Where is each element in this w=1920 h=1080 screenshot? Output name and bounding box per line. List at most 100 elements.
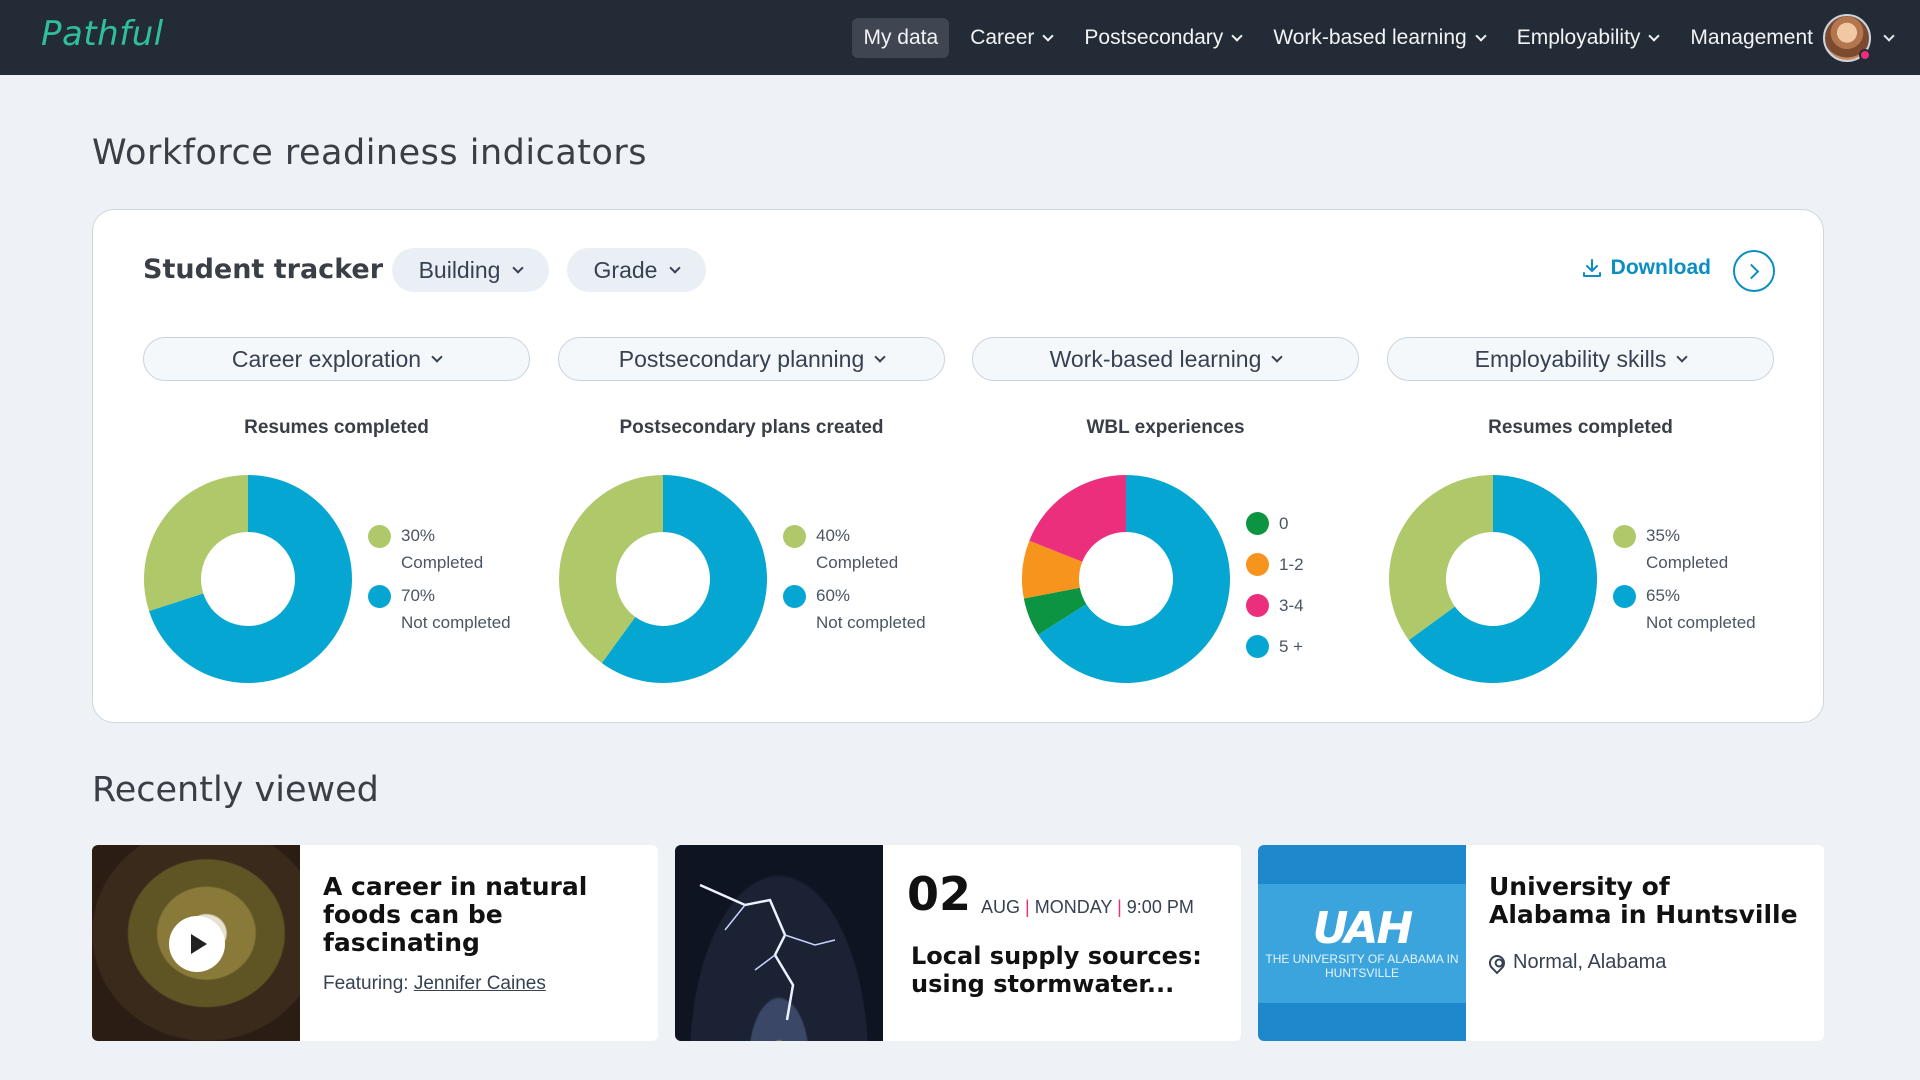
download-button[interactable]: Download xyxy=(1581,256,1711,280)
legend-swatch xyxy=(783,524,806,548)
student-tracker-card: Student tracker Building Grade Download … xyxy=(92,209,1824,723)
nav-work-based-learning[interactable]: Work-based learning xyxy=(1262,18,1495,58)
page-title: Workforce readiness indicators xyxy=(92,133,648,173)
category-work-based-learning[interactable]: Work-based learning xyxy=(972,337,1359,381)
chevron-down-icon xyxy=(1475,29,1487,42)
featuring: Featuring: Jennifer Caines xyxy=(323,973,546,995)
tracker-title: Student tracker xyxy=(143,254,384,285)
postsecondary-donut-chart xyxy=(559,475,767,683)
chevron-down-icon[interactable] xyxy=(1883,30,1895,42)
legend-item: 65% xyxy=(1613,582,1756,610)
chevron-down-icon xyxy=(669,262,682,274)
avatar[interactable] xyxy=(1823,14,1871,62)
notification-dot xyxy=(1859,49,1871,61)
main-nav: My data Career Postsecondary Work-based … xyxy=(852,0,1824,75)
chart-title: Resumes completed xyxy=(1488,417,1673,438)
legend-value: 30% xyxy=(401,526,436,545)
download-icon xyxy=(1582,259,1601,277)
legend-value: 40% xyxy=(816,526,851,545)
legend-swatch xyxy=(368,584,391,608)
category-label: Postsecondary planning xyxy=(618,345,865,372)
category-postsecondary-planning[interactable]: Postsecondary planning xyxy=(558,337,945,381)
chevron-down-icon xyxy=(512,262,525,274)
nav-postsecondary[interactable]: Postsecondary xyxy=(1073,18,1252,58)
resumes-donut-chart xyxy=(144,475,352,683)
legend-swatch xyxy=(368,524,391,548)
uah-logo: UAH THE UNIVERSITY OF ALABAMA IN HUNTSVI… xyxy=(1258,883,1466,1003)
uah-logo-text: UAH xyxy=(1312,903,1414,954)
chevron-down-icon xyxy=(874,351,886,363)
legend-swatch xyxy=(1246,594,1269,617)
donut-slice-completed xyxy=(144,475,248,612)
location-text: Normal, Alabama xyxy=(1513,951,1667,973)
legend-swatch xyxy=(783,584,806,608)
user-menu[interactable] xyxy=(1823,14,1895,62)
next-arrow-button[interactable] xyxy=(1733,250,1775,292)
legend-swatch xyxy=(1246,512,1269,535)
pathful-logo[interactable]: Pathful xyxy=(41,14,164,54)
legend-swatch xyxy=(1613,584,1636,608)
chevron-down-icon xyxy=(431,351,443,363)
category-career-exploration[interactable]: Career exploration xyxy=(143,337,530,381)
legend-value: 60% xyxy=(816,586,851,605)
wbl-donut-chart xyxy=(1022,475,1230,683)
legend-label: 3-4 xyxy=(1279,595,1304,615)
chevron-down-icon xyxy=(1042,29,1055,42)
legend-value: 70% xyxy=(401,586,436,605)
chart-legend: 35% Completed 65% Not completed xyxy=(1613,522,1756,642)
legend-item: 30% xyxy=(368,522,511,550)
filter-label: Building xyxy=(418,256,501,283)
featuring-link[interactable]: Jennifer Caines xyxy=(414,973,546,994)
play-icon[interactable] xyxy=(169,916,225,972)
building-filter[interactable]: Building xyxy=(392,248,549,292)
chevron-down-icon xyxy=(1648,29,1661,42)
recent-card-college[interactable]: UAH THE UNIVERSITY OF ALABAMA IN HUNTSVI… xyxy=(1258,845,1824,1041)
nav-my-data[interactable]: My data xyxy=(852,17,950,58)
separator: | xyxy=(1025,897,1030,917)
card-title: Local supply sources: using stormwater..… xyxy=(911,942,1202,998)
download-label: Download xyxy=(1610,256,1711,279)
card-title: University of Alabama in Huntsville xyxy=(1489,872,1798,929)
nav-management[interactable]: Management xyxy=(1679,18,1824,58)
chart-legend: 0 1-2 3-4 5 + xyxy=(1246,503,1304,667)
legend-label: 0 xyxy=(1279,513,1289,533)
legend-item: 5 + xyxy=(1246,626,1304,667)
legend-item: 60% xyxy=(783,582,926,610)
category-employability-skills[interactable]: Employability skills xyxy=(1387,337,1774,381)
legend-label: Completed xyxy=(1646,553,1729,572)
legend-label: 5 + xyxy=(1279,636,1304,656)
featuring-label: Featuring: xyxy=(323,973,409,994)
event-weekday: MONDAY xyxy=(1034,897,1113,917)
chart-legend: 40% Completed 60% Not completed xyxy=(783,522,926,642)
legend-swatch xyxy=(1246,635,1269,658)
legend-item: 35% xyxy=(1613,522,1756,550)
lightning-bolt-icon xyxy=(699,883,836,1021)
nav-label: My data xyxy=(863,25,939,49)
legend-item: 1-2 xyxy=(1246,544,1304,585)
event-datetime: AUG | MONDAY | 9:00 PM xyxy=(981,897,1194,918)
donut-slice-completed xyxy=(1389,475,1493,641)
legend-label: Completed xyxy=(401,553,484,572)
recent-card-video[interactable]: A career in natural foods can be fascina… xyxy=(92,845,658,1041)
chart-title: Postsecondary plans created xyxy=(619,417,884,438)
nav-career[interactable]: Career xyxy=(959,18,1063,58)
nav-label: Work-based learning xyxy=(1273,25,1467,49)
category-label: Career exploration xyxy=(231,345,422,372)
event-time: 9:00 PM xyxy=(1126,897,1194,917)
legend-label: Not completed xyxy=(401,613,511,632)
legend-item: 40% xyxy=(783,522,926,550)
chart-title: WBL experiences xyxy=(1086,417,1245,438)
recent-card-event[interactable]: 02 AUG | MONDAY | 9:00 PM Local supply s… xyxy=(675,845,1241,1041)
chart-legend: 30% Completed 70% Not completed xyxy=(368,522,511,642)
category-label: Work-based learning xyxy=(1049,345,1262,372)
legend-item: 0 xyxy=(1246,503,1304,544)
legend-swatch xyxy=(1613,524,1636,548)
nav-label: Employability xyxy=(1516,25,1641,49)
uah-logo-image: UAH THE UNIVERSITY OF ALABAMA IN HUNTSVI… xyxy=(1258,845,1466,1041)
grade-filter[interactable]: Grade xyxy=(567,248,706,292)
nav-employability[interactable]: Employability xyxy=(1506,18,1670,58)
recently-viewed-title: Recently viewed xyxy=(92,770,379,810)
legend-item: 3-4 xyxy=(1246,585,1304,626)
college-location: Normal, Alabama xyxy=(1485,951,1667,974)
legend-label: Not completed xyxy=(1646,613,1756,632)
